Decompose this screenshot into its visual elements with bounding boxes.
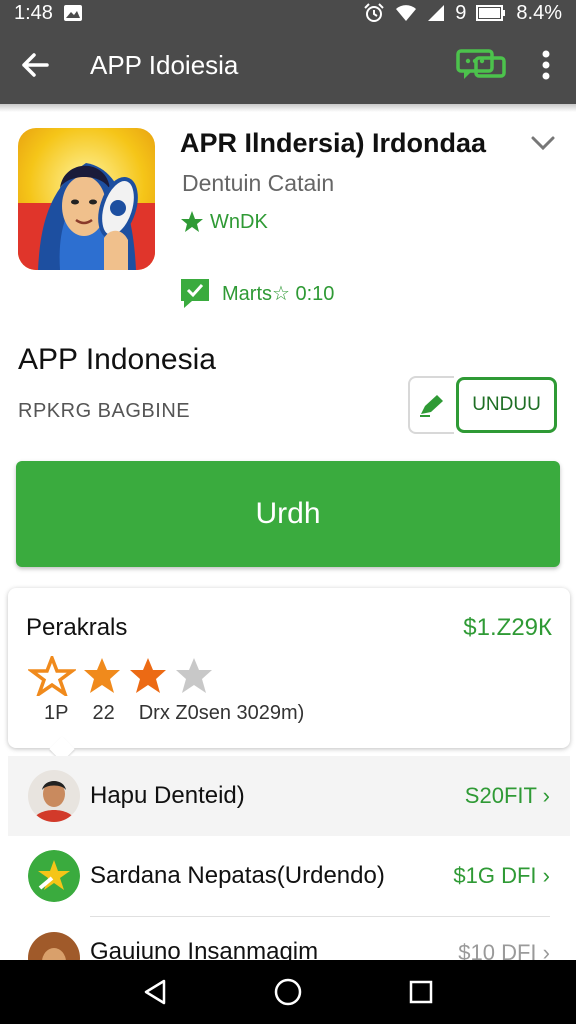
list-item-price: $1G DFI ›	[453, 863, 550, 888]
pricing-card: Perakrals $1.Z29К 1P 22 Drx Z0sen 3029m)	[8, 588, 570, 762]
app-name: APP Indonesia	[18, 343, 216, 376]
circle-home-icon	[274, 978, 302, 1006]
toolbar-title: APP Idoiesia	[90, 49, 239, 80]
signal-icon	[427, 4, 445, 22]
edit-button[interactable]	[408, 376, 454, 434]
star-filled-icon	[130, 658, 166, 693]
list-item-price: S20FIT ›	[464, 783, 550, 808]
expand-button[interactable]	[530, 134, 556, 157]
card-meta: 1P 22 Drx Z0sen 3029m)	[44, 702, 304, 725]
message-row[interactable]: Marts☆ 0:10	[178, 276, 334, 310]
avatar	[28, 850, 80, 902]
star-rating[interactable]	[28, 656, 214, 696]
card-price: $1.Z29К	[463, 614, 552, 641]
navigation-bar	[0, 960, 576, 1024]
status-time: 1:48	[14, 1, 53, 24]
alarm-icon	[363, 3, 385, 23]
unduh-button[interactable]: UNDUU	[456, 377, 557, 433]
arrow-left-icon	[22, 53, 49, 77]
app-detail-screen: { "status_bar": { "time": "1:48", "carri…	[0, 0, 576, 1024]
square-recent-icon	[409, 980, 432, 1004]
developer-name[interactable]: Dentuin Catain	[182, 170, 334, 197]
pencil-icon	[420, 395, 443, 417]
avatar	[28, 932, 80, 960]
list-item[interactable]: Gauiuno Insanmagim $10 DFI ›	[8, 920, 570, 960]
card-title: Perakrals	[26, 614, 128, 641]
more-options-button[interactable]	[516, 26, 576, 104]
triangle-back-icon	[145, 979, 166, 1005]
meta-item: 22	[92, 702, 115, 724]
wifi-icon	[395, 4, 417, 22]
app-category: RPKRG BAGBINE	[18, 400, 191, 422]
install-button[interactable]: Urdh	[16, 461, 560, 567]
star-icon	[181, 211, 203, 232]
status-bar: 1:48 9 8.4%	[0, 0, 576, 26]
nav-recent-button[interactable]	[408, 979, 434, 1005]
chat-button[interactable]	[446, 26, 516, 104]
star-empty-icon	[176, 658, 212, 693]
nav-home-button[interactable]	[273, 977, 303, 1007]
app-title: APR Ilndersia) Irdondaa	[180, 128, 487, 158]
list-item-price: $10 DFI ›	[458, 940, 550, 960]
battery-level: 8.4%	[516, 1, 562, 24]
meta-item: 1P	[44, 702, 69, 724]
status-bar-right: 9 8.4%	[363, 2, 562, 25]
list-item-name: Gauiuno Insanmagim	[90, 938, 319, 960]
rating-row: WnDK	[180, 210, 268, 234]
rating-text: WnDK	[210, 210, 268, 233]
app-icon	[18, 128, 155, 270]
battery-icon	[476, 5, 506, 21]
chevron-down-icon	[531, 136, 555, 151]
star-outline-icon	[28, 656, 76, 696]
back-button[interactable]	[0, 26, 70, 104]
list-item-name: Hapu Denteid)	[90, 782, 245, 809]
list-item[interactable]: Sardana Nepatas(Urdendo) $1G DFI ›	[8, 836, 570, 916]
message-text: Marts☆ 0:10	[222, 282, 335, 305]
divider	[90, 916, 550, 917]
toolbar-shadow	[0, 104, 576, 112]
message-icon	[181, 279, 209, 308]
more-vert-icon	[542, 50, 550, 80]
chat-icon	[456, 49, 506, 79]
carrier-number: 9	[455, 1, 467, 24]
star-filled-icon	[84, 658, 120, 693]
nav-back-button[interactable]	[142, 978, 168, 1006]
list-item-name: Sardana Nepatas(Urdendo)	[90, 862, 385, 889]
image-notification-icon	[63, 4, 83, 22]
meta-item: Drx Z0sen 3029m)	[138, 702, 305, 724]
status-bar-left: 1:48	[14, 2, 83, 25]
toolbar: APP Idoiesia	[0, 26, 576, 104]
avatar	[28, 770, 80, 822]
list-item[interactable]: Hapu Denteid) S20FIT ›	[8, 756, 570, 836]
